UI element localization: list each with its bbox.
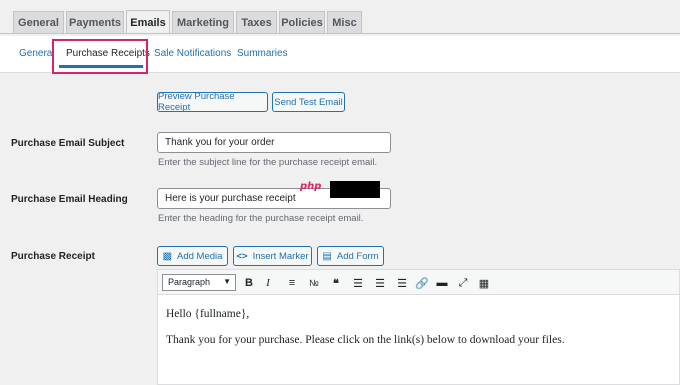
- add-form-label: Add Form: [336, 250, 379, 262]
- numbered-list-icon[interactable]: №: [306, 275, 322, 291]
- form-icon: ▤: [322, 250, 332, 262]
- watermark-logo: php: [300, 181, 322, 192]
- tabs-divider: [0, 33, 680, 34]
- bullet-list-icon[interactable]: ≡: [284, 275, 300, 291]
- bold-icon[interactable]: B: [241, 275, 257, 291]
- receipt-label: Purchase Receipt: [11, 251, 95, 262]
- heading-label: Purchase Email Heading: [11, 194, 128, 205]
- insert-marker-button[interactable]: <> Insert Marker: [233, 246, 312, 266]
- preview-receipt-button[interactable]: Preview Purchase Receipt: [157, 91, 268, 113]
- heading-description: Enter the heading for the purchase recei…: [158, 213, 364, 224]
- align-right-icon[interactable]: ☰: [394, 275, 410, 291]
- add-media-button[interactable]: ▩ Add Media: [157, 246, 228, 266]
- tab-payments[interactable]: Payments: [66, 11, 124, 33]
- toolbar-toggle-icon[interactable]: ▦: [476, 275, 492, 291]
- code-icon: <>: [236, 250, 248, 262]
- editor-toolbar: Paragraph ▼ B I ≡ № ❝ ☰ ☰ ☰ 🔗 ▬ ⤢ ▦: [157, 269, 680, 295]
- link-icon[interactable]: 🔗: [414, 275, 430, 291]
- settings-tabs: General Payments Emails Marketing Taxes …: [0, 0, 680, 34]
- add-form-button[interactable]: ▤ Add Form: [317, 246, 384, 266]
- align-center-icon[interactable]: ☰: [372, 275, 388, 291]
- tab-misc[interactable]: Misc: [327, 11, 362, 33]
- subnav-summaries[interactable]: Summaries: [237, 48, 288, 59]
- chevron-down-icon: ▼: [223, 277, 231, 286]
- send-test-email-button[interactable]: Send Test Email: [272, 92, 345, 112]
- tab-policies[interactable]: Policies: [279, 11, 325, 33]
- align-left-icon[interactable]: ☰: [350, 275, 366, 291]
- subject-label: Purchase Email Subject: [11, 138, 125, 149]
- editor-line-greeting: Hello {fullname},: [166, 308, 250, 320]
- italic-icon[interactable]: I: [260, 275, 276, 291]
- fullscreen-icon[interactable]: ⤢: [455, 275, 471, 291]
- email-editor[interactable]: Hello {fullname}, Thank you for your pur…: [157, 295, 680, 385]
- media-icon: ▩: [162, 250, 173, 262]
- tab-taxes[interactable]: Taxes: [236, 11, 277, 33]
- add-media-label: Add Media: [177, 250, 223, 262]
- format-select-value: Paragraph: [168, 277, 211, 287]
- tab-general[interactable]: General: [13, 11, 64, 33]
- subject-description: Enter the subject line for the purchase …: [158, 157, 378, 168]
- redaction-block: [330, 181, 380, 198]
- subject-input[interactable]: Thank you for your order: [157, 132, 391, 153]
- horizontal-rule-icon[interactable]: ▬: [434, 275, 450, 291]
- subnav-sale-notifications[interactable]: Sale Notifications: [154, 48, 231, 59]
- highlight-box: [52, 39, 148, 74]
- tab-emails[interactable]: Emails: [126, 10, 170, 34]
- insert-marker-label: Insert Marker: [252, 250, 309, 262]
- tab-marketing[interactable]: Marketing: [172, 11, 234, 33]
- blockquote-icon[interactable]: ❝: [328, 275, 344, 291]
- subnav-general[interactable]: General: [19, 48, 55, 59]
- editor-line-body: Thank you for your purchase. Please clic…: [166, 334, 565, 346]
- format-select[interactable]: Paragraph ▼: [162, 274, 236, 291]
